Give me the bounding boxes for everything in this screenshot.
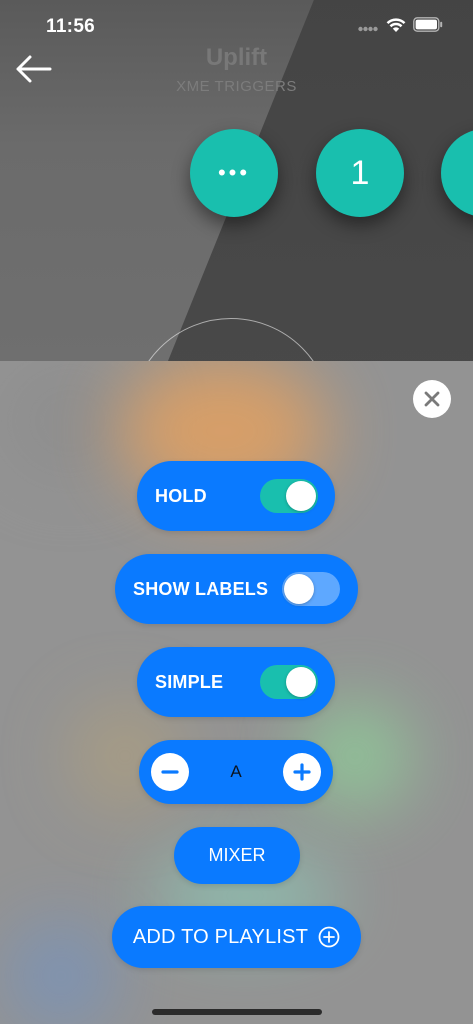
- mixer-label: MIXER: [208, 845, 266, 865]
- increment-button[interactable]: [283, 753, 321, 791]
- hold-label: HOLD: [155, 485, 207, 506]
- plus-icon: [293, 763, 311, 781]
- toggle-knob: [286, 481, 316, 511]
- cellular-signal-icon: [358, 26, 378, 32]
- page-subtitle: XME TRIGGERS: [176, 78, 297, 95]
- simple-label: SIMPLE: [155, 671, 224, 692]
- show-labels-label: SHOW LABELS: [133, 578, 269, 599]
- hold-toggle[interactable]: [260, 479, 318, 513]
- wifi-icon: [386, 18, 406, 32]
- trigger-screen-background: 11:56 Uplift XME TRIGGERS ••• 1: [0, 0, 473, 362]
- home-indicator: [152, 1009, 322, 1015]
- close-overlay-button[interactable]: [413, 380, 451, 418]
- hold-control: HOLD: [137, 461, 335, 531]
- show-labels-control: SHOW LABELS: [115, 554, 358, 624]
- toggle-knob: [284, 574, 314, 604]
- status-time: 11:56: [46, 16, 96, 37]
- page-title: Uplift: [205, 44, 268, 71]
- simple-toggle[interactable]: [260, 665, 318, 699]
- add-to-playlist-label: ADD TO PLAYLIST: [132, 925, 309, 948]
- blurred-pad-blue: [6, 921, 116, 1024]
- toggle-knob: [286, 667, 316, 697]
- trigger-1-button[interactable]: 1: [316, 129, 404, 217]
- close-icon: [424, 391, 440, 407]
- battery-icon: [413, 17, 443, 32]
- simple-control: SIMPLE: [137, 647, 335, 717]
- add-to-playlist-button[interactable]: ADD TO PLAYLIST: [112, 906, 361, 968]
- mixer-button[interactable]: MIXER: [174, 827, 300, 884]
- value-stepper: A: [139, 740, 333, 804]
- plus-circle-icon: [318, 926, 340, 948]
- show-labels-toggle[interactable]: [282, 572, 340, 606]
- trigger-more-button[interactable]: •••: [190, 129, 278, 217]
